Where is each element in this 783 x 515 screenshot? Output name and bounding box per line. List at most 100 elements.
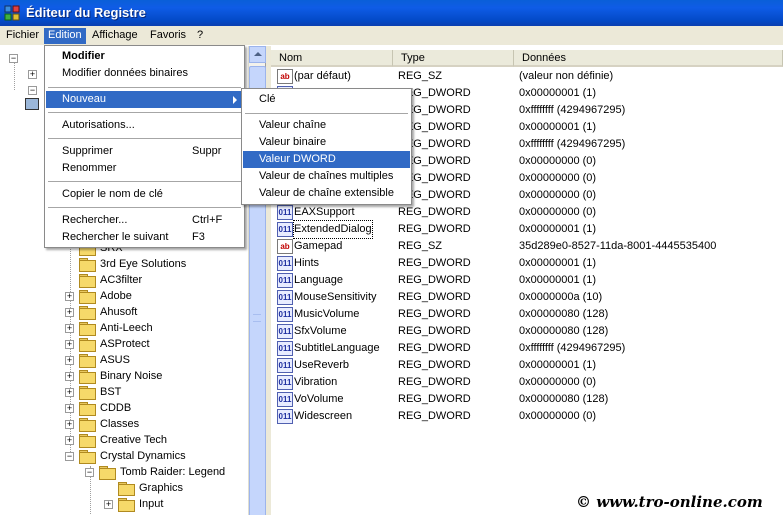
expand-icon[interactable]: + xyxy=(65,356,74,365)
menu-separator xyxy=(48,207,241,208)
tree-item[interactable]: − Tomb Raider: Legend xyxy=(85,464,245,480)
menu-fichier[interactable]: Fichier xyxy=(2,28,43,44)
expand-icon[interactable]: + xyxy=(65,404,74,413)
computer-icon xyxy=(25,98,39,110)
value-row[interactable]: 011 MusicVolume REG_DWORD 0x00000080 (12… xyxy=(271,306,783,323)
expand-icon[interactable]: + xyxy=(28,70,37,79)
folder-icon xyxy=(79,338,96,352)
menu-item-copy-key-name[interactable]: Copier le nom de clé xyxy=(46,186,243,203)
folder-icon xyxy=(79,450,96,464)
menu-item-nouveau[interactable]: Nouveau xyxy=(46,91,243,108)
expand-icon[interactable]: + xyxy=(65,436,74,445)
tree-item[interactable]: + Adobe xyxy=(65,288,245,304)
tree-item[interactable]: − Crystal Dynamics xyxy=(65,448,245,464)
menu-item-permissions[interactable]: Autorisations... xyxy=(46,117,243,134)
value-row[interactable]: ab Gamepad REG_SZ 35d289e0-8527-11da-800… xyxy=(271,238,783,255)
value-row[interactable]: 011 Widescreen REG_DWORD 0x00000000 (0) xyxy=(271,408,783,425)
expand-icon[interactable]: + xyxy=(65,420,74,429)
collapse-icon[interactable]: − xyxy=(9,54,18,63)
menu-separator xyxy=(48,112,241,113)
tree-item[interactable]: + ASProtect xyxy=(65,336,245,352)
tree-item[interactable]: + ASUS xyxy=(65,352,245,368)
menu-help[interactable]: ? xyxy=(193,28,207,44)
dword-value-icon: 011 xyxy=(277,409,293,424)
expand-icon[interactable]: + xyxy=(65,292,74,301)
folder-icon xyxy=(79,274,96,288)
folder-icon xyxy=(99,466,116,480)
value-row[interactable]: 011 UseReverb REG_DWORD 0x00000001 (1) xyxy=(271,357,783,374)
value-row[interactable]: 011 VoVolume REG_DWORD 0x00000080 (128) xyxy=(271,391,783,408)
collapse-icon[interactable]: − xyxy=(65,452,74,461)
value-row[interactable]: 011 MouseSensitivity REG_DWORD 0x0000000… xyxy=(271,289,783,306)
value-row[interactable]: 011 SubtitleLanguage REG_DWORD 0xfffffff… xyxy=(271,340,783,357)
tree-item[interactable]: 3rd Eye Solutions xyxy=(65,256,245,272)
menu-favoris[interactable]: Favoris xyxy=(146,28,190,44)
grip-icon xyxy=(253,314,261,322)
menu-affichage[interactable]: Affichage xyxy=(88,28,142,44)
expand-icon[interactable]: + xyxy=(65,372,74,381)
dword-value-icon: 011 xyxy=(277,256,293,271)
tree-item[interactable]: + Ahusoft xyxy=(65,304,245,320)
value-row[interactable]: 011 ExtendedDialog REG_DWORD 0x00000001 … xyxy=(271,220,783,239)
value-row[interactable]: 011 Vibration REG_DWORD 0x00000000 (0) xyxy=(271,374,783,391)
tree-item[interactable]: + Binary Noise xyxy=(65,368,245,384)
submenu-item-expandable-string-value[interactable]: Valeur de chaîne extensible xyxy=(243,185,410,202)
value-row[interactable]: ab (par défaut) REG_SZ (valeur non défin… xyxy=(271,68,783,85)
folder-icon xyxy=(79,354,96,368)
submenu-item-string-value[interactable]: Valeur chaîne xyxy=(243,117,410,134)
submenu-item-multi-string-value[interactable]: Valeur de chaînes multiples xyxy=(243,168,410,185)
submenu-item-binary-value[interactable]: Valeur binaire xyxy=(243,134,410,151)
column-header-type[interactable]: Type xyxy=(393,50,514,67)
tree-item[interactable]: + Anti-Leech xyxy=(65,320,245,336)
tree-item[interactable]: Graphics xyxy=(104,480,244,496)
tree-item[interactable]: + CDDB xyxy=(65,400,245,416)
watermark: © www.tro-online.com xyxy=(576,493,763,511)
collapse-icon[interactable]: − xyxy=(85,468,94,477)
menu-item-modify-binary[interactable]: Modifier données binaires xyxy=(46,65,243,82)
menu-item-find-next[interactable]: Rechercher le suivant F3 xyxy=(46,229,243,246)
menu-separator xyxy=(48,138,241,139)
dword-value-icon: 011 xyxy=(277,324,293,339)
expand-icon[interactable]: + xyxy=(104,500,113,509)
tree-item[interactable]: AC3filter xyxy=(65,272,245,288)
column-header-name[interactable]: Nom xyxy=(271,50,393,67)
menu-item-label: Supprimer xyxy=(62,145,113,157)
expand-icon[interactable]: + xyxy=(65,340,74,349)
menu-item-find[interactable]: Rechercher... Ctrl+F xyxy=(46,212,243,229)
expand-icon[interactable]: + xyxy=(65,388,74,397)
folder-icon xyxy=(79,370,96,384)
value-row[interactable]: 011 Language REG_DWORD 0x00000001 (1) xyxy=(271,272,783,289)
submenu-item-key[interactable]: Clé xyxy=(243,91,410,108)
menu-shortcut: F3 xyxy=(192,231,205,243)
edit-menu: Modifier Modifier données binaires Nouve… xyxy=(44,45,245,248)
submenu-arrow-icon xyxy=(233,96,237,104)
scroll-up-button[interactable] xyxy=(249,46,266,63)
collapse-icon[interactable]: − xyxy=(28,86,37,95)
tree-item[interactable]: + BST xyxy=(65,384,245,400)
submenu-item-dword-value[interactable]: Valeur DWORD xyxy=(243,151,410,168)
value-row[interactable]: 011 SfxVolume REG_DWORD 0x00000080 (128) xyxy=(271,323,783,340)
menu-item-rename[interactable]: Renommer xyxy=(46,160,243,177)
tree-root-toggle[interactable]: − xyxy=(9,50,29,66)
folder-icon xyxy=(118,482,135,496)
menu-item-delete[interactable]: Supprimer Suppr xyxy=(46,143,243,160)
column-header-data[interactable]: Données xyxy=(514,50,783,67)
value-row[interactable]: 011 Hints REG_DWORD 0x00000001 (1) xyxy=(271,255,783,272)
menu-shortcut: Ctrl+F xyxy=(192,214,223,226)
expand-icon[interactable]: + xyxy=(65,308,74,317)
menu-item-modifier[interactable]: Modifier xyxy=(46,48,243,65)
title-bar: Éditeur du Registre xyxy=(0,0,783,26)
new-submenu: Clé Valeur chaîne Valeur binaire Valeur … xyxy=(241,88,412,205)
tree-item[interactable]: + Input xyxy=(104,496,244,512)
dword-value-icon: 011 xyxy=(277,205,293,220)
menu-edition[interactable]: Edition xyxy=(44,28,86,44)
string-value-icon: ab xyxy=(277,239,293,254)
dword-value-icon: 011 xyxy=(277,222,293,237)
tree-item[interactable]: + Creative Tech xyxy=(65,432,245,448)
folder-icon xyxy=(79,402,96,416)
folder-icon xyxy=(79,258,96,272)
expand-icon[interactable]: + xyxy=(65,324,74,333)
tree-item[interactable]: + Classes xyxy=(65,416,245,432)
string-value-icon: ab xyxy=(277,69,293,84)
value-row[interactable]: 011 EAXSupport REG_DWORD 0x00000000 (0) xyxy=(271,204,783,221)
